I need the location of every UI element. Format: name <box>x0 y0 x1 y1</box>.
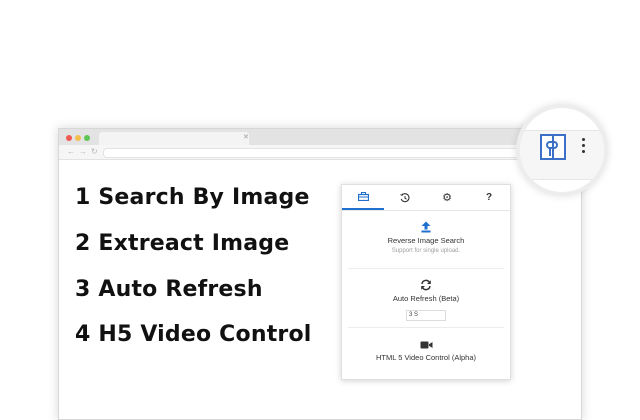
video-control-section[interactable]: HTML 5 Video Control (Alpha) <box>348 340 504 362</box>
back-icon[interactable]: ← <box>67 145 75 159</box>
help-icon: ? <box>485 192 493 203</box>
upload-icon <box>421 221 431 233</box>
feature-extract-image: 2 Extreact Image <box>75 231 290 256</box>
minimize-window-button[interactable] <box>75 135 81 141</box>
forward-icon[interactable]: → <box>79 145 87 159</box>
reverse-search-section[interactable]: Reverse Image Search Support for single … <box>348 221 504 254</box>
tab-close-icon[interactable]: ✕ <box>243 133 249 141</box>
auto-refresh-section: Auto Refresh (Beta) 3 S <box>348 279 504 321</box>
gear-icon: ⚙ <box>442 192 452 204</box>
video-control-title: HTML 5 Video Control (Alpha) <box>375 353 477 362</box>
tab-history[interactable] <box>384 185 426 210</box>
tab-help[interactable]: ? <box>468 185 510 210</box>
browser-toolbar: ← → ↻ <box>59 145 581 160</box>
reverse-search-subtitle: Support for single upload. <box>391 248 461 254</box>
divider <box>348 268 504 269</box>
close-window-button[interactable] <box>66 135 72 141</box>
browser-titlebar: ✕ <box>59 129 581 145</box>
feature-auto-refresh: 3 Auto Refresh <box>75 277 263 302</box>
divider <box>348 327 504 328</box>
reverse-search-title: Reverse Image Search <box>387 236 465 245</box>
address-bar[interactable] <box>103 148 525 158</box>
extension-popup: ⚙ ? Reverse Image Search Support for sin… <box>341 184 511 380</box>
tab-tools[interactable] <box>342 185 384 210</box>
browser-tab[interactable] <box>99 132 249 145</box>
maximize-window-button[interactable] <box>84 135 90 141</box>
video-camera-icon <box>420 341 432 349</box>
magnifier-callout <box>516 104 608 196</box>
auto-refresh-title: Auto Refresh (Beta) <box>392 294 460 303</box>
toolbox-icon <box>357 192 369 201</box>
tab-settings[interactable]: ⚙ <box>426 185 468 210</box>
more-menu-icon[interactable] <box>582 138 586 156</box>
refresh-interval-input[interactable]: 3 S <box>406 310 446 321</box>
popup-tab-bar: ⚙ ? <box>342 185 510 211</box>
feature-search-by-image: 1 Search By Image <box>75 185 310 210</box>
refresh-icon[interactable] <box>420 279 432 291</box>
feature-video-control: 4 H5 Video Control <box>75 322 312 347</box>
history-icon <box>400 192 410 202</box>
extension-logo-icon[interactable] <box>540 134 566 160</box>
reload-icon[interactable]: ↻ <box>91 145 98 159</box>
